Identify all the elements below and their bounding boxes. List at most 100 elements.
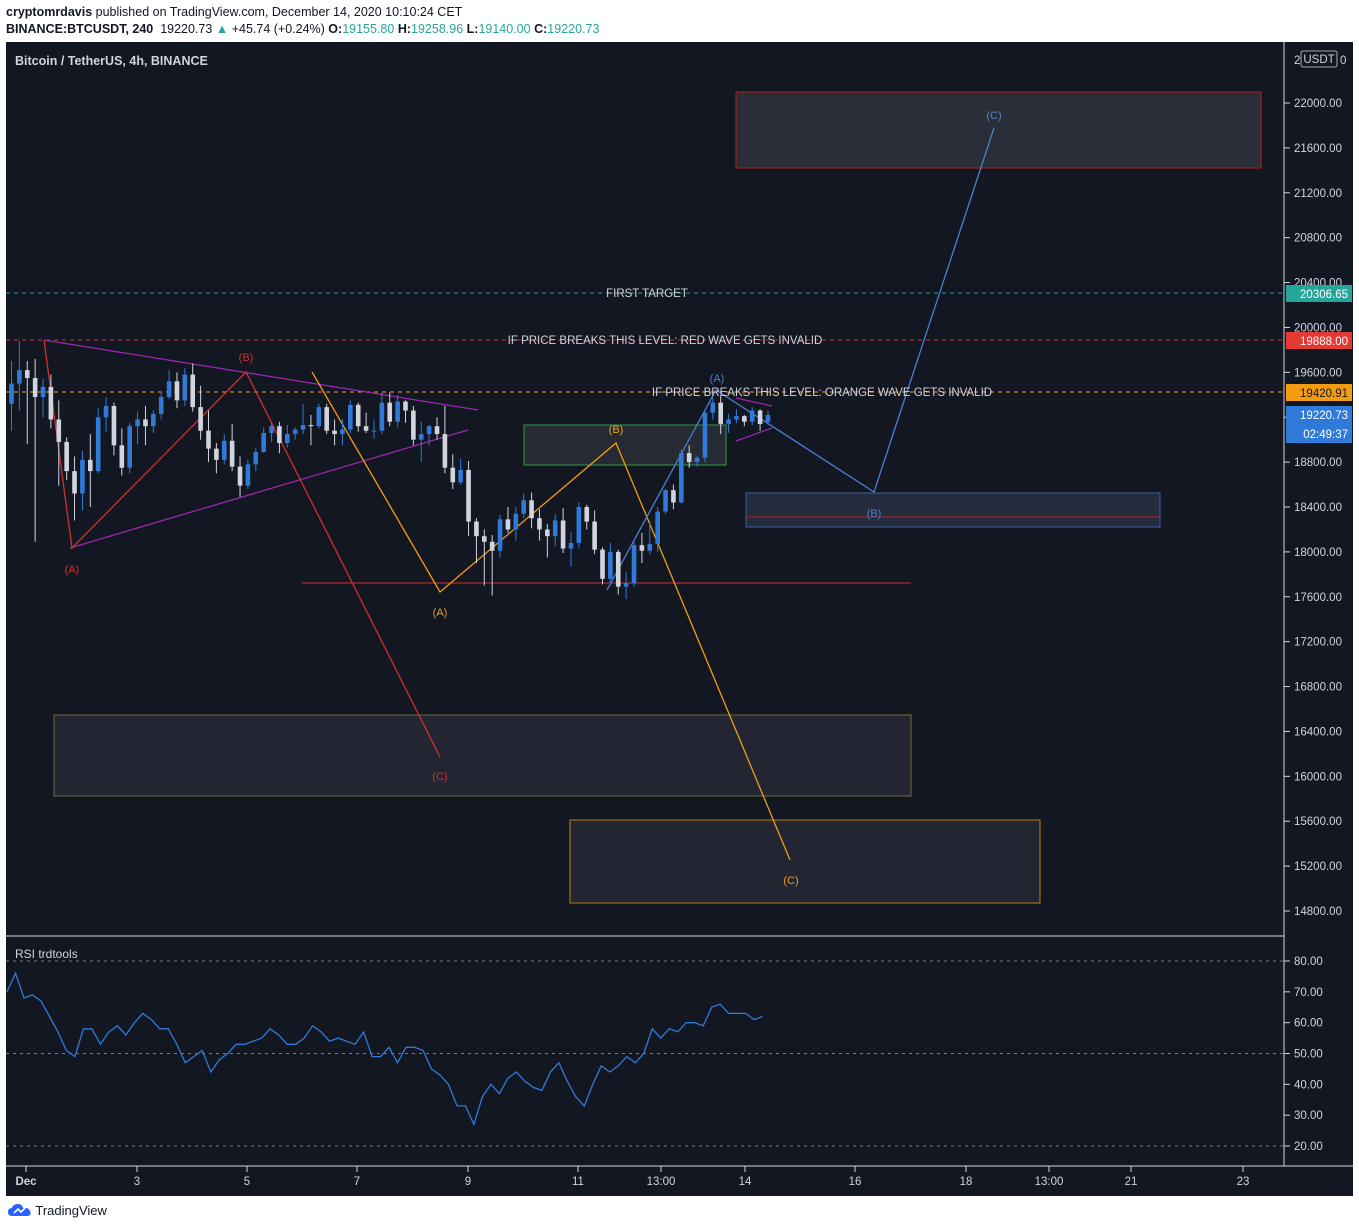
candle-body: [285, 434, 290, 444]
candle-body: [151, 413, 156, 427]
candle-body: [221, 440, 227, 460]
candle-body: [647, 544, 653, 551]
candle-body: [206, 430, 211, 449]
candle-body: [198, 407, 203, 431]
candle-body: [371, 430, 377, 432]
candle-body: [742, 416, 747, 422]
candle-body: [348, 404, 353, 430]
candle-body: [387, 402, 393, 422]
currency-prefix: 2: [1294, 55, 1300, 67]
candle-body: [24, 370, 30, 378]
price-tick-label: 16000.00: [1294, 771, 1342, 783]
price-tick-label: 17600.00: [1294, 592, 1342, 604]
candle-body: [95, 417, 101, 472]
time-tick-label: 18: [960, 1176, 973, 1188]
wave-label-orange-a: (A): [433, 607, 448, 619]
price-tick-label: 14800.00: [1294, 906, 1342, 918]
candle-body: [143, 419, 148, 427]
candle-body: [324, 407, 329, 431]
price-tick-label: 16400.00: [1294, 726, 1342, 738]
rsi-tick-label: 50.00: [1294, 1049, 1323, 1061]
candle-body: [253, 452, 259, 465]
candle-body: [88, 459, 93, 472]
candle-body: [718, 402, 723, 424]
candle-body: [482, 536, 487, 542]
candle-body: [686, 453, 692, 463]
candle-body: [277, 426, 282, 444]
candle-body: [623, 583, 629, 587]
candle-body: [174, 381, 180, 401]
tradingview-logo[interactable]: TradingView: [8, 1203, 107, 1218]
wave-label-blue-a: (A): [710, 373, 725, 385]
time-tick-label: 9: [465, 1176, 471, 1188]
time-tick-label: 5: [244, 1176, 250, 1188]
orange-invalid-text: IF PRICE BREAKS THIS LEVEL: ORANGE WAVE …: [652, 387, 992, 399]
chart-canvas[interactable]: FIRST TARGET IF PRICE BREAKS THIS LEVEL:…: [0, 0, 1359, 1200]
candle-body: [72, 471, 77, 494]
price-tick-label: 16800.00: [1294, 682, 1342, 694]
wave-label-orange-b: (B): [609, 424, 624, 436]
candle-body: [521, 500, 526, 514]
candle-body: [190, 374, 196, 408]
candle-body: [592, 521, 597, 550]
candle-body: [418, 434, 424, 440]
candle-body: [56, 419, 62, 442]
candle-body: [757, 410, 763, 424]
red-invalid-text: IF PRICE BREAKS THIS LEVEL: RED WAVE GET…: [508, 335, 823, 347]
candle-body: [9, 383, 14, 404]
candle-body: [48, 386, 54, 420]
price-tick-label: 18000.00: [1294, 547, 1342, 559]
time-tick-label: 13:00: [1035, 1176, 1064, 1188]
orange-invalid-badge: 19420.91: [1300, 388, 1348, 400]
candle-body: [426, 426, 432, 435]
candle-body: [552, 520, 558, 537]
candle-body: [537, 518, 542, 530]
chart-title: Bitcoin / TetherUS, 4h, BINANCE: [15, 54, 208, 68]
candle-body: [229, 440, 235, 467]
first-target-text: FIRST TARGET: [606, 288, 688, 300]
candle-body: [726, 419, 731, 424]
price-tick-label: 20800.00: [1294, 233, 1342, 245]
candle-body: [466, 469, 471, 522]
rsi-tick-label: 60.00: [1294, 1018, 1323, 1030]
candle-body: [403, 401, 408, 411]
candle-body: [489, 541, 495, 551]
candle-body: [702, 412, 708, 458]
candle-body: [765, 414, 771, 423]
candle-body: [237, 466, 243, 486]
price-tick-label: 15200.00: [1294, 861, 1342, 873]
wave-label-red-a: (A): [65, 564, 80, 576]
time-tick-label: 11: [572, 1176, 584, 1188]
candle-body: [529, 500, 534, 519]
candle-body: [639, 545, 645, 551]
candle-body: [135, 419, 140, 427]
candle-body: [671, 490, 676, 503]
candle-body: [111, 406, 117, 446]
time-tick-label: Dec: [15, 1176, 37, 1188]
candle-body: [64, 441, 69, 472]
candle-body: [395, 401, 400, 422]
price-tick-label: 21200.00: [1294, 188, 1342, 200]
price-tick-label: 22000.00: [1294, 98, 1342, 110]
candle-body: [710, 402, 716, 413]
candle-body: [316, 407, 322, 427]
time-tick-label: 14: [739, 1176, 752, 1188]
candle-body: [600, 549, 605, 579]
candle-body: [292, 429, 298, 435]
rsi-tick-label: 20.00: [1294, 1141, 1323, 1153]
candle-body: [615, 551, 621, 587]
candle-body: [269, 426, 274, 433]
time-tick-label: 13:00: [647, 1176, 676, 1188]
candle-body: [474, 521, 479, 537]
price-tick-label: 21600.00: [1294, 143, 1342, 155]
red-invalid-badge: 19888.00: [1300, 336, 1348, 348]
candle-body: [434, 426, 440, 435]
candle-body: [584, 507, 590, 522]
price-tick-label: 17200.00: [1294, 637, 1342, 649]
currency-label[interactable]: USDT: [1303, 54, 1334, 66]
blue-c-target-box: [735, 91, 1262, 169]
candle-body: [560, 520, 566, 549]
candle-body: [497, 519, 503, 551]
candle-body: [17, 370, 22, 384]
wave-label-red-c: (C): [432, 771, 447, 783]
